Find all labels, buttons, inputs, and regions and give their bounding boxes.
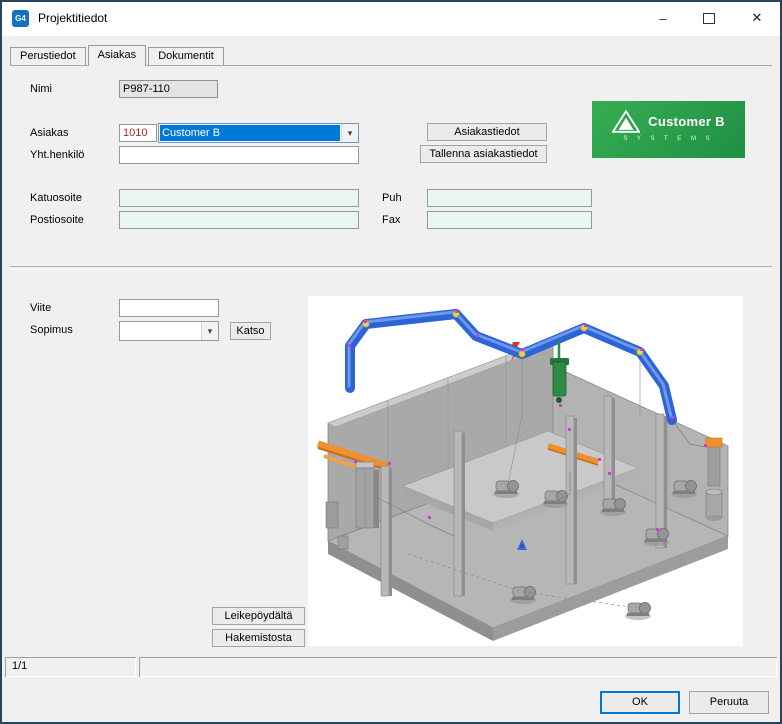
chevron-down-icon[interactable]: ▾ [201, 322, 218, 340]
window-title: Projektitiedot [38, 2, 107, 35]
tab-dokumentit[interactable]: Dokumentit [148, 47, 224, 65]
separator-line [10, 266, 772, 270]
maximize-button[interactable] [686, 2, 732, 34]
from-clipboard-button[interactable]: Leikepöydältä [212, 607, 305, 625]
tab-perustiedot[interactable]: Perustiedot [10, 47, 86, 65]
label-yhthenkilo: Yht.henkilö [30, 149, 84, 161]
logo-subtitle: S Y S T E M S [592, 136, 745, 142]
yhthenkilo-field[interactable] [119, 146, 359, 164]
titlebar: G4 Projektitiedot – ✕ [2, 2, 780, 36]
ok-button[interactable]: OK [600, 691, 680, 714]
statusbar-pages: 1/1 [5, 657, 136, 677]
app-icon: G4 [12, 10, 29, 27]
logo-name: Customer B [648, 114, 725, 129]
puh-field[interactable] [427, 189, 592, 207]
minimize-button[interactable]: – [640, 2, 686, 34]
chevron-down-icon[interactable]: ▾ [341, 124, 358, 142]
from-directory-button[interactable]: Hakemistosta [212, 629, 305, 647]
close-button[interactable]: ✕ [734, 2, 780, 34]
sopimus-selected-value [121, 323, 200, 339]
tab-asiakas[interactable]: Asiakas [88, 45, 147, 66]
asiakas-selected-value: Customer B [160, 125, 340, 141]
close-icon: ✕ [752, 10, 763, 26]
customer-logo: Customer B S Y S T E M S [592, 101, 745, 158]
statusbar: 1/1 [5, 657, 777, 677]
label-katuosoite: Katuosoite [30, 192, 82, 204]
tabstrip: Perustiedot Asiakas Dokumentit [10, 44, 226, 66]
label-fax: Fax [382, 214, 400, 226]
sopimus-combobox[interactable]: ▾ [119, 321, 219, 341]
statusbar-message [139, 657, 777, 677]
label-sopimus: Sopimus [30, 324, 73, 336]
label-asiakas: Asiakas [30, 127, 69, 139]
fax-field[interactable] [427, 211, 592, 229]
logo-triangle-icon [612, 110, 640, 133]
label-postiosoite: Postiosoite [30, 214, 84, 226]
cancel-button[interactable]: Peruuta [689, 691, 769, 714]
dialog-projektitiedot: G4 Projektitiedot – ✕ Perustiedot Asiaka… [0, 0, 782, 724]
minimize-icon: – [659, 11, 666, 26]
save-customer-info-button[interactable]: Tallenna asiakastiedot [420, 145, 547, 163]
nimi-field[interactable] [119, 80, 218, 98]
customer-info-button[interactable]: Asiakastiedot [427, 123, 547, 141]
label-viite: Viite [30, 302, 51, 314]
maximize-icon [703, 13, 715, 24]
katso-button[interactable]: Katso [230, 322, 271, 340]
preview-panel [308, 296, 743, 646]
postiosoite-field[interactable] [119, 211, 359, 229]
asiakas-code-field[interactable] [119, 124, 157, 142]
viite-field[interactable] [119, 299, 219, 317]
asiakas-combobox[interactable]: Customer B ▾ [158, 123, 359, 143]
katuosoite-field[interactable] [119, 189, 359, 207]
label-puh: Puh [382, 192, 402, 204]
preview-3d-image [308, 296, 743, 646]
label-nimi: Nimi [30, 83, 52, 95]
